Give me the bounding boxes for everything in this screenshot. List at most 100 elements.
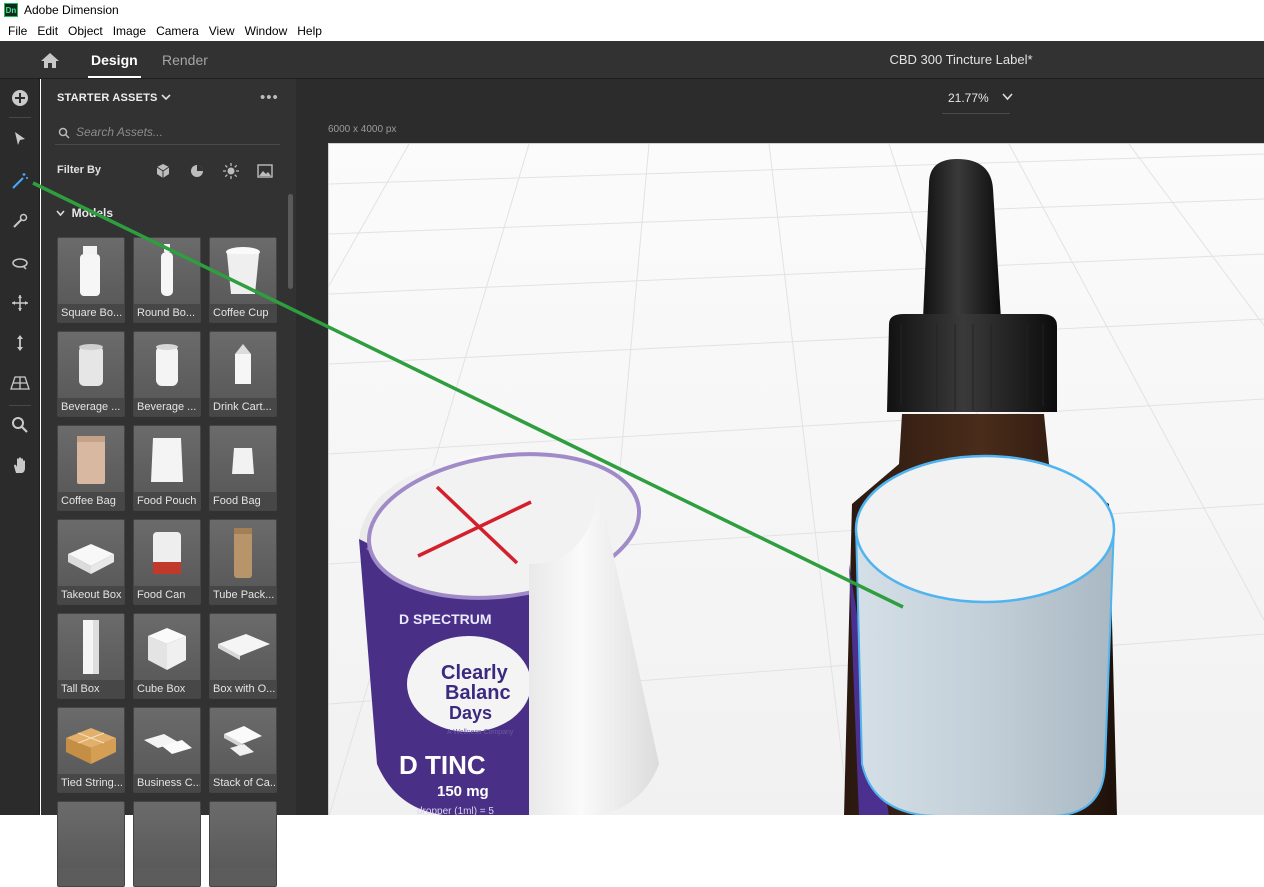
asset-thumbnail bbox=[58, 802, 124, 868]
asset-label: Box with O... bbox=[210, 680, 276, 698]
chevron-down-icon bbox=[56, 210, 65, 217]
asset-tile[interactable] bbox=[57, 801, 125, 887]
asset-food-bag[interactable]: Food Bag bbox=[209, 425, 277, 511]
asset-coffee-bag[interactable]: Coffee Bag bbox=[57, 425, 125, 511]
menu-help[interactable]: Help bbox=[292, 24, 327, 38]
zoom-level[interactable]: 21.77% bbox=[948, 91, 989, 105]
chevron-down-icon bbox=[161, 94, 171, 101]
menu-window[interactable]: Window bbox=[240, 24, 293, 38]
search-icon bbox=[58, 127, 70, 139]
asset-label: Food Pouch bbox=[134, 492, 200, 510]
magic-wand-tool-icon[interactable] bbox=[8, 169, 32, 193]
search-input[interactable] bbox=[76, 125, 266, 139]
asset-tile[interactable] bbox=[133, 801, 201, 887]
asset-label: Tall Box bbox=[58, 680, 124, 698]
search-field[interactable] bbox=[55, 121, 280, 145]
perspective-tool-icon[interactable] bbox=[8, 371, 32, 395]
zoom-field-underline bbox=[942, 113, 1010, 114]
asset-thumbnail bbox=[58, 332, 124, 398]
sample-tool-icon[interactable] bbox=[8, 209, 32, 233]
materials-filter-icon[interactable] bbox=[189, 163, 205, 179]
chevron-down-icon[interactable] bbox=[1002, 93, 1013, 101]
asset-label: Cube Box bbox=[134, 680, 200, 698]
menu-image[interactable]: Image bbox=[108, 24, 151, 38]
asset-beverage-can-2[interactable]: Beverage ... bbox=[133, 331, 201, 417]
orbit-tool-icon[interactable] bbox=[8, 251, 32, 275]
hand-tool-icon[interactable] bbox=[8, 453, 32, 477]
asset-thumbnail bbox=[134, 708, 200, 774]
panel-scrollbar[interactable] bbox=[288, 194, 293, 289]
asset-label: Beverage ... bbox=[134, 398, 200, 416]
panel-title[interactable]: STARTER ASSETS bbox=[57, 92, 171, 104]
asset-label: Food Bag bbox=[210, 492, 276, 510]
move-tool-icon[interactable] bbox=[8, 291, 32, 315]
models-filter-icon[interactable] bbox=[155, 163, 171, 179]
asset-tube-package[interactable]: Tube Pack... bbox=[209, 519, 277, 605]
asset-label: Square Bo... bbox=[58, 304, 124, 322]
asset-tied-string-box[interactable]: Tied String... bbox=[57, 707, 125, 793]
asset-stack-of-cards[interactable]: Stack of Ca... bbox=[209, 707, 277, 793]
asset-round-bottle[interactable]: Round Bo... bbox=[133, 237, 201, 323]
asset-thumbnail bbox=[58, 238, 124, 304]
left-label-object: D SPECTRUM Clearly Balanc Days A Wellnes… bbox=[359, 452, 659, 815]
asset-label: Business C... bbox=[134, 774, 200, 792]
asset-label: Coffee Cup bbox=[210, 304, 276, 322]
3d-viewport[interactable]: D SPECTRUM Clearly Balanc Days A Wellnes… bbox=[328, 143, 1264, 815]
app-header: Design Render CBD 300 Tincture Label* bbox=[0, 41, 1264, 79]
asset-cube-box[interactable]: Cube Box bbox=[133, 613, 201, 699]
zoom-tool-icon[interactable] bbox=[8, 413, 32, 437]
starter-assets-panel: STARTER ASSETS ••• Filter By Models Squa… bbox=[41, 79, 296, 887]
asset-thumbnail bbox=[134, 802, 200, 868]
asset-label: Drink Cart... bbox=[210, 398, 276, 416]
canvas-size-label: 6000 x 4000 px bbox=[328, 124, 397, 135]
add-content-icon[interactable] bbox=[8, 86, 32, 110]
asset-drink-carton[interactable]: Drink Cart... bbox=[209, 331, 277, 417]
images-filter-icon[interactable] bbox=[257, 163, 273, 179]
tab-design[interactable]: Design bbox=[88, 52, 141, 78]
models-section-header[interactable]: Models bbox=[56, 206, 113, 220]
product-name: D TINC bbox=[399, 750, 486, 780]
asset-label: Tube Pack... bbox=[210, 586, 276, 604]
asset-thumbnail bbox=[134, 614, 200, 680]
asset-thumbnail bbox=[134, 520, 200, 586]
asset-box-with-lid[interactable]: Box with O... bbox=[209, 613, 277, 699]
menu-object[interactable]: Object bbox=[63, 24, 108, 38]
asset-thumbnail bbox=[58, 520, 124, 586]
toolbar-divider bbox=[9, 117, 31, 118]
asset-beverage-can[interactable]: Beverage ... bbox=[57, 331, 125, 417]
tab-render[interactable]: Render bbox=[162, 52, 208, 68]
asset-thumbnail bbox=[210, 708, 276, 774]
menu-file[interactable]: File bbox=[3, 24, 32, 38]
brand-tagline: A Wellness Company bbox=[447, 729, 514, 736]
asset-takeout-box[interactable]: Takeout Box bbox=[57, 519, 125, 605]
window-title: Adobe Dimension bbox=[24, 3, 119, 17]
home-icon[interactable] bbox=[40, 52, 60, 69]
asset-food-can[interactable]: Food Can bbox=[133, 519, 201, 605]
asset-thumbnail bbox=[210, 520, 276, 586]
asset-thumbnail bbox=[210, 614, 276, 680]
asset-tall-box[interactable]: Tall Box bbox=[57, 613, 125, 699]
asset-square-bottle[interactable]: Square Bo... bbox=[57, 237, 125, 323]
asset-business-cards[interactable]: Business C... bbox=[133, 707, 201, 793]
asset-thumbnail bbox=[134, 238, 200, 304]
asset-coffee-cup[interactable]: Coffee Cup bbox=[209, 237, 277, 323]
asset-thumbnail bbox=[58, 614, 124, 680]
more-options-icon[interactable]: ••• bbox=[260, 89, 279, 106]
filter-by-label: Filter By bbox=[57, 164, 102, 176]
selected-cylinder-object[interactable] bbox=[854, 454, 1116, 815]
product-dose: dropper (1ml) = 5 bbox=[417, 806, 494, 815]
asset-thumbnail bbox=[210, 426, 276, 492]
menu-edit[interactable]: Edit bbox=[32, 24, 63, 38]
menu-camera[interactable]: Camera bbox=[151, 24, 204, 38]
menu-view[interactable]: View bbox=[204, 24, 240, 38]
select-tool-icon[interactable] bbox=[8, 127, 32, 151]
asset-thumbnail bbox=[134, 426, 200, 492]
document-title: CBD 300 Tincture Label* bbox=[889, 52, 1033, 67]
scale-tool-icon[interactable] bbox=[8, 331, 32, 355]
window-titlebar: Dn Adobe Dimension bbox=[0, 0, 1264, 20]
lights-filter-icon[interactable] bbox=[223, 163, 239, 179]
asset-thumbnail bbox=[134, 332, 200, 398]
asset-food-pouch[interactable]: Food Pouch bbox=[133, 425, 201, 511]
asset-tile[interactable] bbox=[209, 801, 277, 887]
asset-label: Coffee Bag bbox=[58, 492, 124, 510]
